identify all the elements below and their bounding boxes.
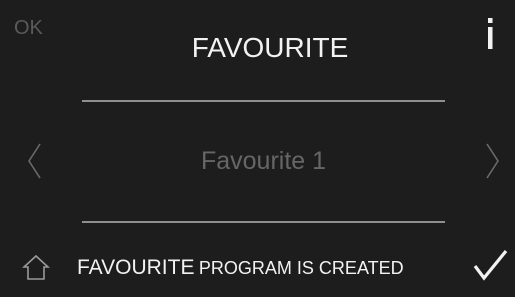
status-message: FAVOURITE PROGRAM IS CREATED <box>77 257 404 278</box>
page-title: FAVOURITE <box>191 32 349 63</box>
home-icon <box>21 254 51 280</box>
info-button[interactable] <box>476 14 504 54</box>
favourite-name: Favourite 1 <box>200 147 327 175</box>
previous-button[interactable] <box>24 141 46 181</box>
divider-top <box>82 100 445 102</box>
checkmark-icon <box>473 249 508 281</box>
home-button[interactable] <box>21 253 51 281</box>
info-icon <box>488 18 493 49</box>
chevron-right-icon <box>486 143 499 179</box>
confirm-button[interactable] <box>471 247 509 283</box>
divider-bottom <box>82 221 445 223</box>
status-word: FAVOURITE <box>77 256 195 279</box>
next-button[interactable] <box>482 141 504 181</box>
chevron-left-icon <box>28 143 41 179</box>
status-text: PROGRAM IS CREATED <box>198 258 404 278</box>
